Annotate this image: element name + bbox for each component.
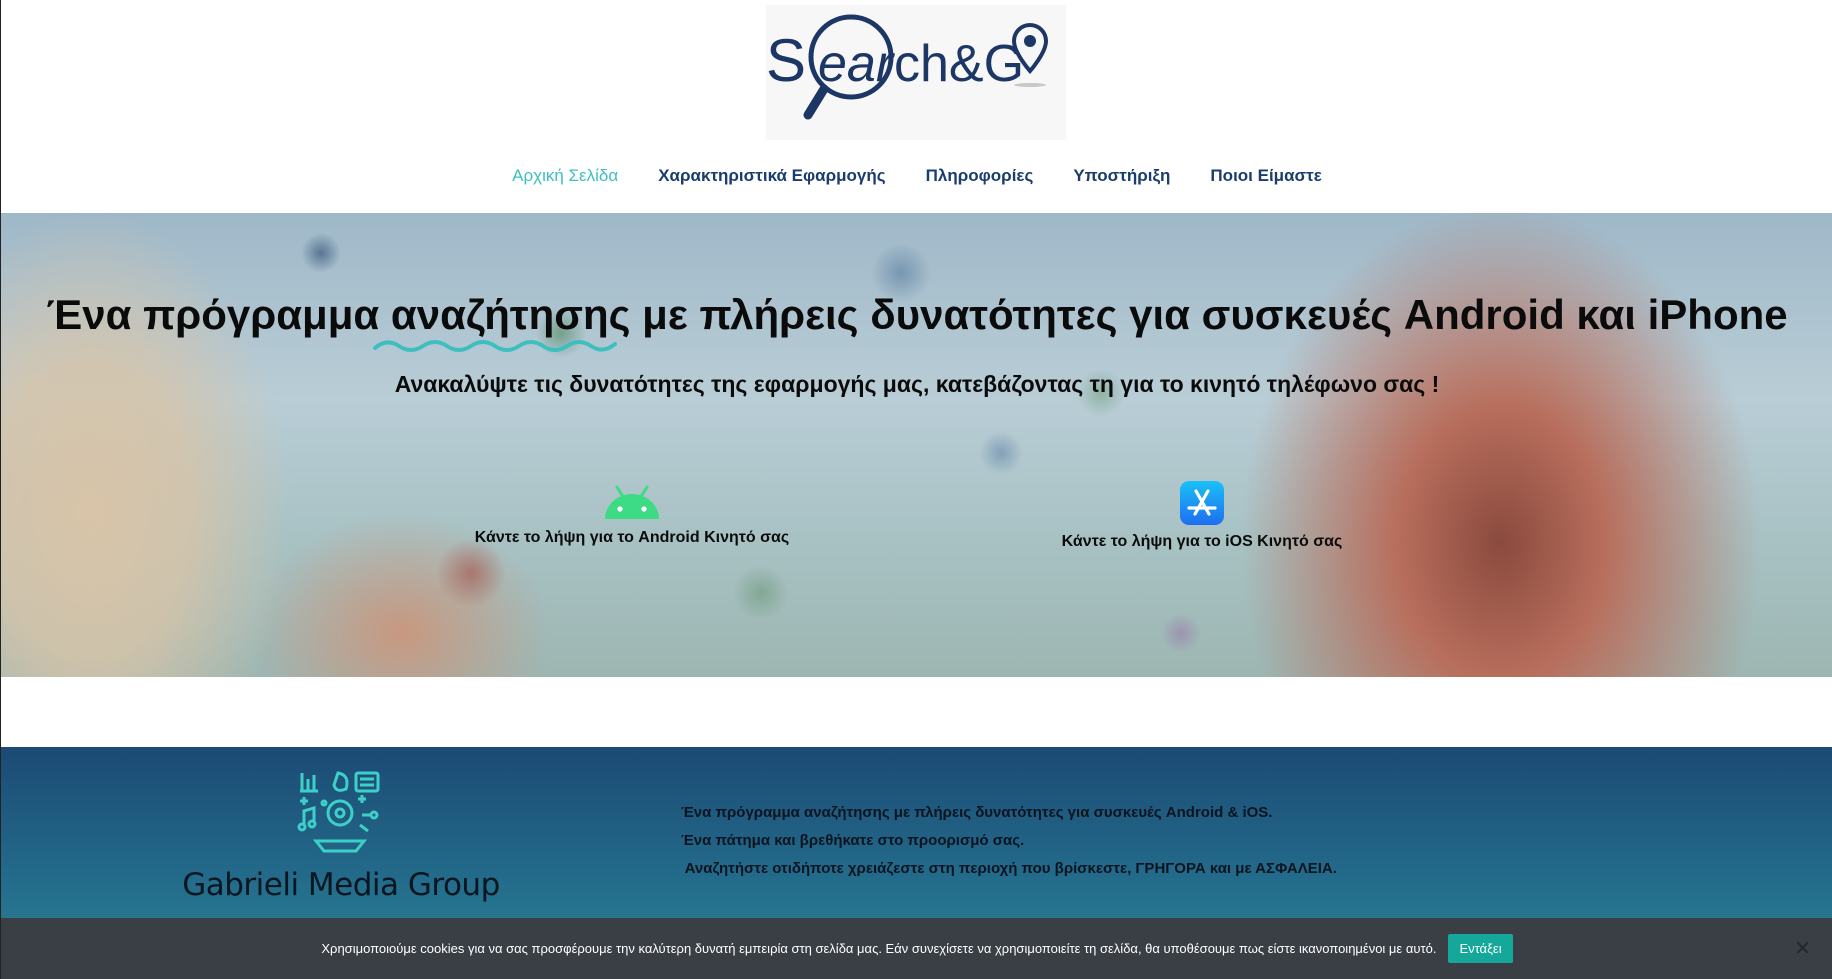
hero-title-text: Ένα πρόγραμμα αναζήτησης με πλήρεις δυνα… [46, 291, 1788, 338]
hero-subtitle: Ανακαλύψτε τις δυνατότητες της εφαρμογής… [394, 371, 1440, 397]
android-icon [605, 485, 659, 519]
wavy-underline-decoration [373, 340, 617, 352]
close-icon[interactable]: ✕ [1794, 936, 1811, 961]
svg-text:ear: ear [818, 35, 896, 93]
footer-line: Ένα πάτημα και βρεθήκατε στο προορισμό σ… [681, 832, 1025, 849]
gabrieli-brand[interactable]: Gabrieli Media Group [181, 769, 501, 903]
ios-download-link[interactable]: Κάντε το λήψη για το iOS Κινητό σας [1002, 481, 1402, 551]
android-download-link[interactable]: Κάντε το λήψη για το Android Κινητό σας [432, 481, 832, 547]
brand-name: Gabrieli Media Group [182, 867, 500, 903]
nav-item-home[interactable]: Αρχική Σελίδα [512, 166, 618, 186]
footer-line: Αναζητήστε οτιδήποτε χρειάζεστε στη περι… [681, 860, 1337, 877]
nav-item-about-us[interactable]: Ποιοι Είμαστε [1210, 166, 1321, 186]
hero-title: Ένα πρόγραμμα αναζήτησης με πλήρεις δυνα… [1, 291, 1832, 339]
media-group-logo-icon [297, 771, 380, 853]
site-header: S ear ch&G Αρχική Σελίδα Χαρακτηριστικά … [1, 0, 1832, 213]
hero-banner: Ένα πρόγραμμα αναζήτησης με πλήρεις δυνα… [1, 213, 1832, 677]
ios-download-label: Κάντε το λήψη για το iOS Κινητό σας [1061, 533, 1343, 550]
cookie-consent-bar: Χρησιμοποιούμε cookies για να σας προσφέ… [1, 918, 1832, 979]
nav-item-support[interactable]: Υποστήριξη [1073, 166, 1170, 186]
cookie-notice-text: Χρησιμοποιούμε cookies για να σας προσφέ… [321, 941, 1437, 956]
footer-line: Ένα πρόγραμμα αναζήτησης με πλήρεις δυνα… [681, 804, 1273, 821]
nav-item-app-features[interactable]: Χαρακτηριστικά Εφαρμογής [658, 166, 885, 186]
search-and-go-logo[interactable]: S ear ch&G [766, 5, 1066, 140]
footer-description: Ένα πρόγραμμα αναζήτησης με πλήρεις δυνα… [681, 799, 1337, 883]
svg-text:S: S [766, 27, 806, 94]
nav-item-information[interactable]: Πληροφορίες [926, 166, 1034, 186]
cookie-accept-button[interactable]: Εντάξει [1448, 934, 1513, 963]
android-download-label: Κάντε το λήψη για το Android Κινητό σας [474, 529, 790, 546]
main-nav: Αρχική Σελίδα Χαρακτηριστικά Εφαρμογής Π… [1, 166, 1832, 186]
app-store-icon [1180, 481, 1224, 525]
svg-text:ch&G: ch&G [894, 35, 1024, 93]
